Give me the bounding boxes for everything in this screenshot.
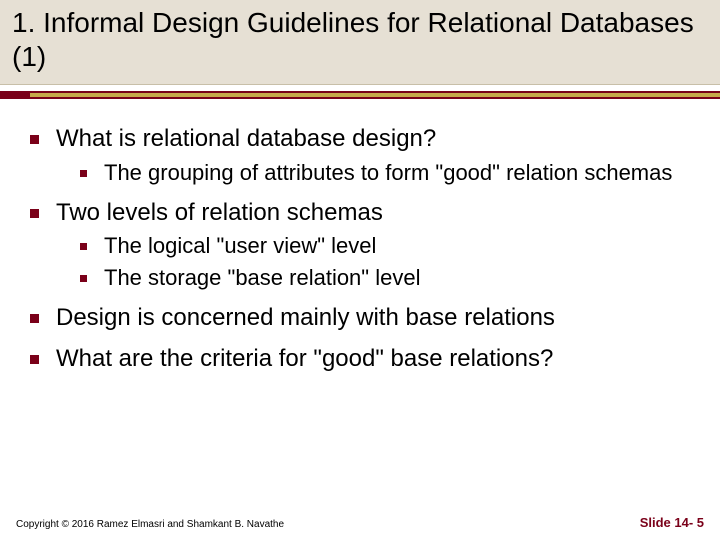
list-item: The grouping of attributes to form "good…: [76, 159, 696, 187]
slide-body: What is relational database design? The …: [0, 103, 720, 374]
slide: 1. Informal Design Guidelines for Relati…: [0, 0, 720, 540]
bullet-text: What are the criteria for "good" base re…: [56, 345, 553, 372]
bullet-list: What is relational database design? The …: [24, 123, 696, 374]
sub-bullet-list: The grouping of attributes to form "good…: [56, 159, 696, 187]
list-item: What is relational database design? The …: [24, 123, 696, 186]
list-item: What are the criteria for "good" base re…: [24, 343, 696, 374]
bullet-text: The storage "base relation" level: [104, 265, 420, 290]
list-item: The storage "base relation" level: [76, 264, 696, 292]
footer: Copyright © 2016 Ramez Elmasri and Shamk…: [0, 515, 720, 530]
slide-number: Slide 14- 5: [640, 515, 704, 530]
list-item: Two levels of relation schemas The logic…: [24, 197, 696, 293]
list-item: The logical "user view" level: [76, 232, 696, 260]
slide-title: 1. Informal Design Guidelines for Relati…: [12, 6, 708, 74]
bullet-text: The grouping of attributes to form "good…: [104, 160, 672, 185]
divider: [0, 85, 720, 103]
bullet-text: Design is concerned mainly with base rel…: [56, 304, 555, 331]
divider-bar-inner: [30, 93, 720, 97]
title-block: 1. Informal Design Guidelines for Relati…: [0, 0, 720, 85]
bullet-text: What is relational database design?: [56, 125, 436, 152]
copyright-text: Copyright © 2016 Ramez Elmasri and Shamk…: [16, 519, 284, 530]
list-item: Design is concerned mainly with base rel…: [24, 302, 696, 333]
sub-bullet-list: The logical "user view" level The storag…: [56, 232, 696, 292]
bullet-text: The logical "user view" level: [104, 233, 376, 258]
bullet-text: Two levels of relation schemas: [56, 199, 383, 226]
